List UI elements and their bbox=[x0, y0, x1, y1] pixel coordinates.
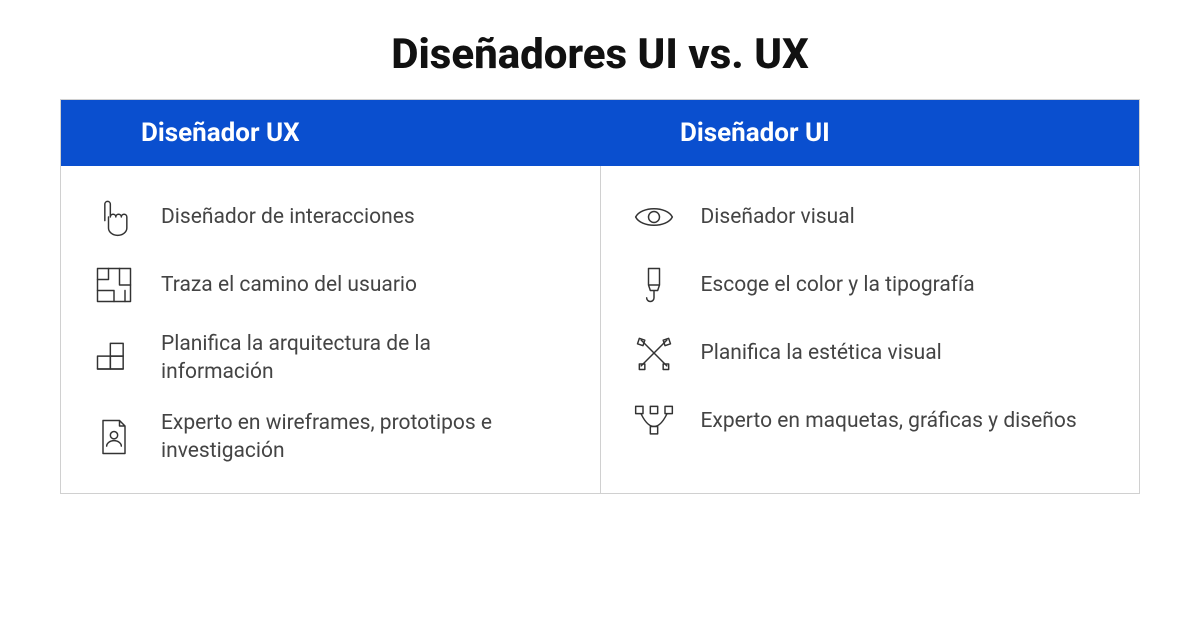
vector-icon bbox=[631, 398, 677, 444]
list-item: Experto en maquetas, gráficas y diseños bbox=[631, 398, 1110, 444]
comparison-table: Diseñador UX Diseñador UI Diseñador de i… bbox=[60, 99, 1140, 494]
maze-icon bbox=[91, 262, 137, 308]
blocks-icon bbox=[91, 335, 137, 381]
list-item-label: Diseñador visual bbox=[701, 203, 855, 231]
brush-icon bbox=[631, 262, 677, 308]
profile-doc-icon bbox=[91, 414, 137, 460]
list-item: Planifica la estética visual bbox=[631, 330, 1110, 376]
list-item: Traza el camino del usuario bbox=[91, 262, 570, 308]
table-body-row: Diseñador de interacciones Traza el cami… bbox=[61, 166, 1139, 493]
list-item: Escoge el color y la tipografía bbox=[631, 262, 1110, 308]
list-item-label: Planifica la estética visual bbox=[701, 339, 942, 367]
list-item-label: Planifica la arquitectura de la informac… bbox=[161, 330, 541, 387]
list-item: Diseñador visual bbox=[631, 194, 1110, 240]
list-item-label: Experto en wireframes, prototipos e inve… bbox=[161, 409, 541, 466]
list-item: Diseñador de interacciones bbox=[91, 194, 570, 240]
column-header-ui: Diseñador UI bbox=[600, 100, 1139, 166]
pointer-icon bbox=[91, 194, 137, 240]
list-item-label: Experto en maquetas, gráficas y diseños bbox=[701, 407, 1077, 435]
list-item-label: Diseñador de interacciones bbox=[161, 203, 415, 231]
column-body-ui: Diseñador visual Escoge el color y la ti… bbox=[601, 166, 1140, 493]
list-item: Experto en wireframes, prototipos e inve… bbox=[91, 409, 570, 466]
list-item-label: Escoge el color y la tipografía bbox=[701, 271, 975, 299]
table-header-row: Diseñador UX Diseñador UI bbox=[61, 100, 1139, 166]
page-title: Diseñadores UI vs. UX bbox=[391, 30, 809, 79]
tools-icon bbox=[631, 330, 677, 376]
column-header-ux: Diseñador UX bbox=[61, 100, 600, 166]
list-item: Planifica la arquitectura de la informac… bbox=[91, 330, 570, 387]
eye-icon bbox=[631, 194, 677, 240]
column-body-ux: Diseñador de interacciones Traza el cami… bbox=[61, 166, 601, 493]
list-item-label: Traza el camino del usuario bbox=[161, 271, 417, 299]
